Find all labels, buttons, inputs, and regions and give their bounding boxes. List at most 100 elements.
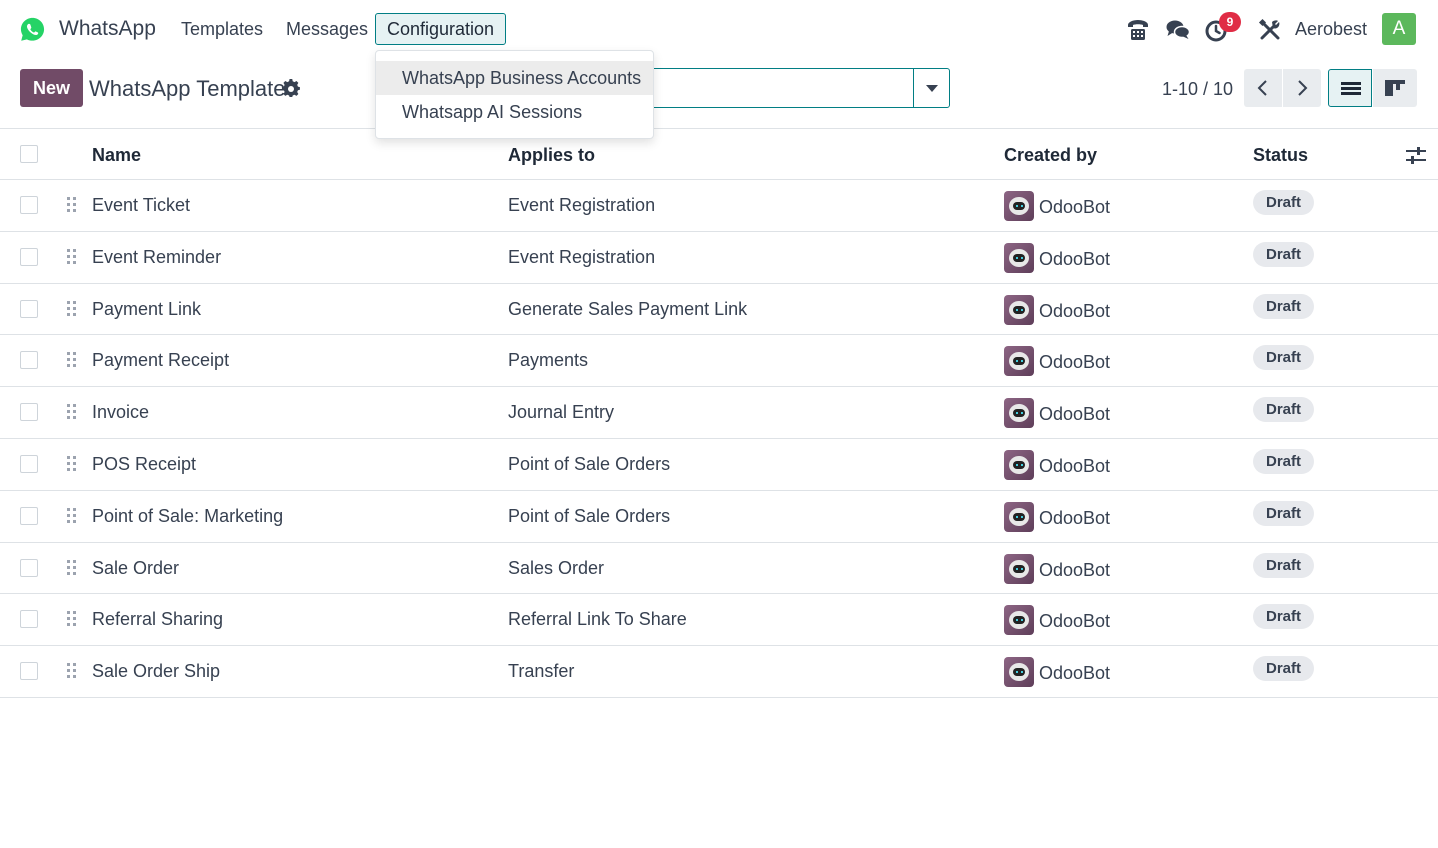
drag-handle-icon[interactable] [66,507,78,525]
odoobot-avatar-icon[interactable] [1004,553,1034,584]
gear-icon[interactable] [281,79,301,99]
row-checkbox[interactable] [20,247,38,266]
cell-created-by[interactable]: OdooBot [1039,197,1110,218]
table-row[interactable]: Event Reminder Event Registration OdooBo… [0,232,1438,284]
cell-name[interactable]: Sale Order Ship [92,661,220,682]
odoobot-avatar-icon[interactable] [1004,449,1034,480]
app-name[interactable]: WhatsApp [59,17,156,41]
column-header-status[interactable]: Status [1253,145,1308,166]
table-body: Event Ticket Event Registration OdooBot … [0,180,1438,698]
odoobot-avatar-icon[interactable] [1004,294,1034,325]
cell-applies-to[interactable]: Payments [508,350,588,371]
odoobot-avatar-icon[interactable] [1004,398,1034,429]
odoobot-avatar-icon[interactable] [1004,242,1034,273]
odoobot-avatar-icon[interactable] [1004,191,1034,221]
chat-icon[interactable] [1165,17,1191,43]
cell-name[interactable]: Payment Receipt [92,350,229,371]
cell-applies-to[interactable]: Event Registration [508,247,655,268]
table-row[interactable]: Payment Link Generate Sales Payment Link… [0,284,1438,336]
row-checkbox[interactable] [20,558,38,577]
column-header-applies-to[interactable]: Applies to [508,145,595,166]
whatsapp-logo-icon[interactable] [19,16,46,43]
cell-created-by[interactable]: OdooBot [1039,560,1110,581]
cell-applies-to[interactable]: Referral Link To Share [508,609,687,630]
table-row[interactable]: Referral Sharing Referral Link To Share … [0,594,1438,647]
table-row[interactable]: POS Receipt Point of Sale Orders OdooBot… [0,439,1438,491]
phone-icon[interactable] [1125,17,1151,43]
search-input[interactable] [640,68,950,108]
drag-handle-icon[interactable] [66,351,78,369]
pager-value[interactable]: 1-10 / 10 [1162,79,1233,100]
cell-applies-to[interactable]: Event Registration [508,195,655,216]
cell-created-by[interactable]: OdooBot [1039,663,1110,684]
tools-icon[interactable] [1257,17,1283,43]
cell-applies-to[interactable]: Point of Sale Orders [508,506,670,527]
drag-handle-icon[interactable] [66,403,78,421]
cell-name[interactable]: Point of Sale: Marketing [92,506,283,527]
cell-created-by[interactable]: OdooBot [1039,508,1110,529]
table-row[interactable]: Payment Receipt Payments OdooBot Draft [0,335,1438,388]
nav-templates[interactable]: Templates [181,19,263,40]
page-title[interactable]: WhatsApp Template [89,76,285,102]
table-row[interactable]: Sale Order Sales Order OdooBot Draft [0,543,1438,595]
drag-handle-icon[interactable] [66,248,78,266]
cell-name[interactable]: Event Reminder [92,247,221,268]
nav-configuration[interactable]: Configuration [375,13,507,45]
search-options-toggle[interactable] [913,68,950,108]
cell-created-by[interactable]: OdooBot [1039,249,1110,270]
list-view-button[interactable] [1328,69,1372,107]
cell-created-by[interactable]: OdooBot [1039,404,1110,425]
cell-name[interactable]: POS Receipt [92,454,196,475]
row-checkbox[interactable] [20,506,38,525]
kanban-view-button[interactable] [1373,69,1417,107]
cell-applies-to[interactable]: Generate Sales Payment Link [508,299,747,320]
row-checkbox[interactable] [20,351,38,370]
odoobot-avatar-icon[interactable] [1004,346,1034,377]
row-checkbox[interactable] [20,299,38,318]
row-checkbox[interactable] [20,403,38,422]
cell-name[interactable]: Event Ticket [92,195,190,216]
select-all-checkbox[interactable] [20,145,38,163]
pager-next-button[interactable] [1283,69,1321,107]
company-name[interactable]: Aerobest [1295,19,1367,40]
cell-created-by[interactable]: OdooBot [1039,352,1110,373]
row-checkbox[interactable] [20,662,38,681]
drag-handle-icon[interactable] [66,662,78,680]
cell-name[interactable]: Payment Link [92,299,201,320]
cell-created-by[interactable]: OdooBot [1039,301,1110,322]
cell-applies-to[interactable]: Transfer [508,661,574,682]
table-row[interactable]: Sale Order Ship Transfer OdooBot Draft [0,646,1438,698]
odoobot-avatar-icon[interactable] [1004,657,1034,688]
table-row[interactable]: Invoice Journal Entry OdooBot Draft [0,387,1438,439]
column-header-created-by[interactable]: Created by [1004,145,1097,166]
cell-created-by[interactable]: OdooBot [1039,611,1110,632]
odoobot-avatar-icon[interactable] [1004,501,1034,532]
nav-messages[interactable]: Messages [286,19,368,40]
cell-applies-to[interactable]: Point of Sale Orders [508,454,670,475]
new-button[interactable]: New [20,69,83,107]
drag-handle-icon[interactable] [66,455,78,473]
drag-handle-icon[interactable] [66,196,78,214]
table-row[interactable]: Event Ticket Event Registration OdooBot … [0,180,1438,232]
cell-name[interactable]: Invoice [92,402,149,423]
kanban-view-icon [1385,80,1405,96]
pager-previous-button[interactable] [1244,69,1282,107]
menu-item-whatsapp-business-accounts[interactable]: WhatsApp Business Accounts [376,61,653,95]
odoobot-avatar-icon[interactable] [1004,605,1034,636]
cell-name[interactable]: Sale Order [92,558,179,579]
table-row[interactable]: Point of Sale: Marketing Point of Sale O… [0,491,1438,543]
row-checkbox[interactable] [20,454,38,473]
row-checkbox[interactable] [20,610,38,629]
cell-created-by[interactable]: OdooBot [1039,456,1110,477]
cell-applies-to[interactable]: Sales Order [508,558,604,579]
cell-name[interactable]: Referral Sharing [92,609,223,630]
menu-item-whatsapp-ai-sessions[interactable]: Whatsapp AI Sessions [376,95,653,129]
user-avatar[interactable]: A [1382,13,1416,45]
optional-columns-icon[interactable] [1406,146,1426,166]
drag-handle-icon[interactable] [66,610,78,628]
drag-handle-icon[interactable] [66,559,78,577]
drag-handle-icon[interactable] [66,300,78,318]
cell-applies-to[interactable]: Journal Entry [508,402,614,423]
row-checkbox[interactable] [20,196,38,214]
column-header-name[interactable]: Name [92,145,141,166]
